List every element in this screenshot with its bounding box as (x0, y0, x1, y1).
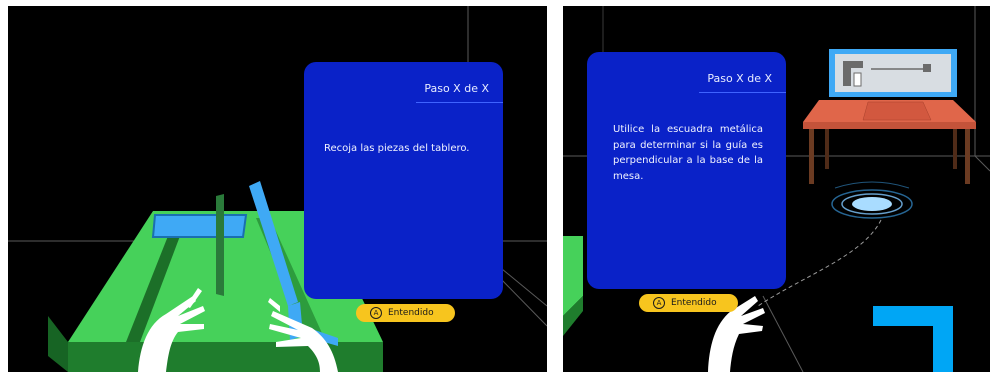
entendido-label: Entendido (671, 298, 717, 308)
entendido-button[interactable]: A Entendido (356, 304, 455, 322)
teleport-target[interactable] (831, 181, 913, 219)
vr-view-right: Paso X de X Utilice la escuadra metálica… (563, 6, 990, 372)
metal-square[interactable] (873, 306, 953, 372)
a-button-icon: A (370, 307, 382, 319)
reference-monitor (829, 49, 957, 97)
instruction-text: Recoja las piezas del tablero. (324, 143, 470, 154)
instruction-card: Paso X de X Utilice la escuadra metálica… (587, 52, 786, 289)
instruction-text: Utilice la escuadra metálica para determ… (613, 124, 763, 182)
a-button-icon: A (653, 297, 665, 309)
blue-tray[interactable] (151, 214, 248, 238)
entendido-button[interactable]: A Entendido (639, 294, 738, 312)
guide-piece[interactable] (216, 194, 224, 296)
vr-view-left: Paso X de X Recoja las piezas del tabler… (8, 6, 547, 372)
step-counter: Paso X de X (707, 72, 772, 85)
entendido-label: Entendido (388, 308, 434, 318)
divider (416, 102, 503, 103)
instruction-card: Paso X de X Recoja las piezas del tabler… (304, 62, 503, 299)
step-counter: Paso X de X (424, 82, 489, 95)
desk (803, 100, 976, 184)
divider (699, 92, 786, 93)
